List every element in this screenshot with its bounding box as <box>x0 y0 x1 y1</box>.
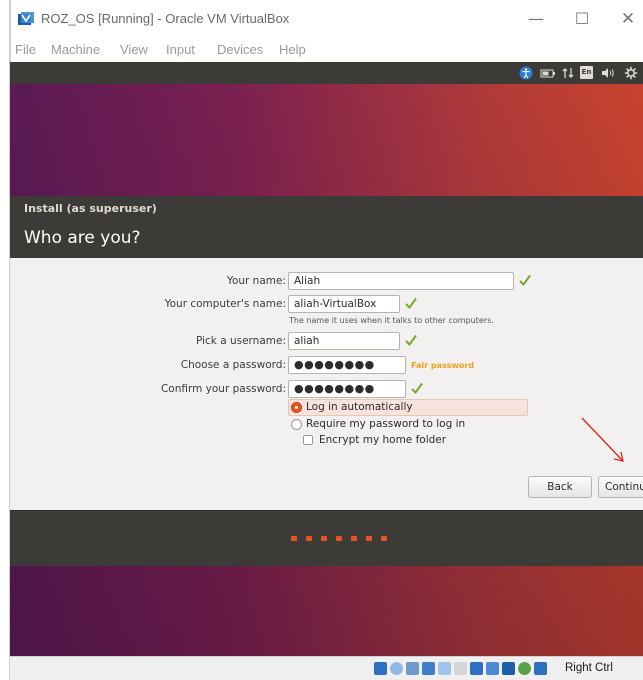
network-icon[interactable] <box>562 66 574 80</box>
username-input[interactable]: aliah <box>288 332 400 350</box>
menu-view[interactable]: View <box>120 42 148 57</box>
guest-top-panel: En <box>10 62 643 84</box>
login-auto-label[interactable]: Log in automatically <box>306 401 413 413</box>
your-name-label: Your name: <box>226 275 286 287</box>
your-name-input[interactable]: Aliah <box>288 272 514 290</box>
menu-file[interactable]: File <box>15 42 36 57</box>
menu-devices[interactable]: Devices <box>217 42 263 57</box>
valid-check-icon <box>519 274 531 287</box>
virtualization-icon[interactable] <box>502 662 515 675</box>
red-arrow-annotation-icon <box>581 417 624 462</box>
username-label: Pick a username: <box>195 335 286 347</box>
page-title: Who are you? <box>24 228 141 248</box>
computer-name-label: Your computer's name: <box>164 298 286 310</box>
vm-statusbar: Right Ctrl <box>10 656 643 680</box>
shared-folders-icon[interactable] <box>454 662 467 675</box>
network-adapter-icon[interactable] <box>422 662 435 675</box>
left-gutter <box>0 0 10 680</box>
close-button[interactable]: ✕ <box>613 6 643 32</box>
menu-machine[interactable]: Machine <box>51 42 100 57</box>
progress-dot <box>306 536 312 541</box>
display-icon[interactable] <box>470 662 483 675</box>
confirm-password-label: Confirm your password: <box>160 383 286 395</box>
require-password-radio[interactable] <box>291 419 302 430</box>
computer-name-hint: The name it uses when it talks to other … <box>289 316 494 325</box>
encrypt-home-label[interactable]: Encrypt my home folder <box>319 434 446 446</box>
mouse-integration-icon[interactable] <box>518 662 531 675</box>
valid-check-icon <box>405 297 417 310</box>
installer-header: Install (as superuser) Who are you? <box>10 196 643 258</box>
host-key-label: Right Ctrl <box>565 662 613 674</box>
battery-icon[interactable] <box>540 66 556 80</box>
login-auto-radio[interactable] <box>291 402 302 413</box>
progress-dot <box>336 536 342 541</box>
installer-window: Install (as superuser) Who are you? Your… <box>10 196 643 566</box>
progress-dot <box>381 536 387 541</box>
password-label: Choose a password: <box>180 359 286 371</box>
password-input[interactable]: ●●●●●●●● <box>288 356 406 374</box>
host-key-arrow-icon[interactable] <box>534 662 547 675</box>
menubar: File Machine View Input Devices Help <box>10 38 643 62</box>
menu-help[interactable]: Help <box>279 42 306 57</box>
progress-dot <box>366 536 372 541</box>
continue-button[interactable]: Continue <box>598 476 643 498</box>
accessibility-icon[interactable] <box>519 66 533 80</box>
confirm-password-input[interactable]: ●●●●●●●● <box>288 380 406 398</box>
progress-dot <box>321 536 327 541</box>
window-titlebar[interactable]: ROZ_OS [Running] - Oracle VM VirtualBox … <box>10 0 643 38</box>
audio-icon[interactable] <box>406 662 419 675</box>
password-strength-label: Fair password <box>411 361 475 370</box>
back-button[interactable]: Back <box>528 476 592 498</box>
progress-dot <box>291 536 297 541</box>
valid-check-icon <box>411 382 423 395</box>
optical-drive-icon[interactable] <box>390 662 403 675</box>
maximize-button[interactable]: ☐ <box>567 6 597 32</box>
usb-icon[interactable] <box>438 662 451 675</box>
keyboard-layout-icon[interactable]: En <box>580 66 593 79</box>
virtualbox-logo-icon <box>18 12 34 25</box>
installer-form: Your name: Aliah Your computer's name: a… <box>10 258 643 510</box>
encrypt-home-checkbox[interactable] <box>303 435 313 445</box>
menu-input[interactable]: Input <box>166 42 195 57</box>
minimize-button[interactable]: — <box>521 6 551 32</box>
require-password-label[interactable]: Require my password to log in <box>306 418 465 430</box>
window-title: ROZ_OS [Running] - Oracle VM VirtualBox <box>41 11 290 26</box>
valid-check-icon <box>405 334 417 347</box>
installer-window-title: Install (as superuser) <box>24 202 157 215</box>
hard-disk-icon[interactable] <box>374 662 387 675</box>
computer-name-input[interactable]: aliah-VirtualBox <box>288 295 400 313</box>
progress-dot <box>351 536 357 541</box>
volume-icon[interactable] <box>600 66 616 80</box>
gear-icon[interactable] <box>624 66 638 80</box>
recording-icon[interactable] <box>486 662 499 675</box>
